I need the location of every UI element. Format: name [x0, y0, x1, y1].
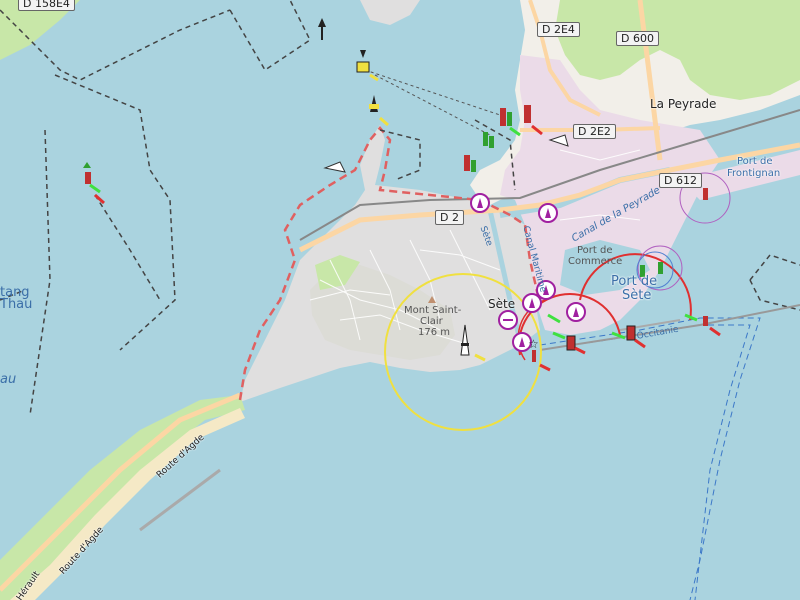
road-shield: D 612: [659, 173, 702, 188]
map-canvas[interactable]: ☆: [0, 0, 800, 600]
map-view[interactable]: ☆ D 158E4 D 2E4 D 600 D 2E2 D 612 D 2 La…: [0, 0, 800, 600]
buoy-icon[interactable]: [83, 162, 105, 205]
jetty: [139, 468, 221, 532]
marina-icon[interactable]: [522, 293, 542, 313]
beacon-icon[interactable]: [464, 155, 476, 172]
marina-icon[interactable]: [538, 203, 558, 223]
shipping-channel: [539, 317, 761, 600]
road-shield: D 2E2: [573, 124, 616, 139]
northwest-point: [360, 0, 420, 25]
buoy-icon[interactable]: [318, 18, 326, 40]
marina-icon[interactable]: [566, 302, 586, 322]
buoy-icon[interactable]: [356, 50, 379, 82]
beach: [10, 408, 245, 600]
marina-icon[interactable]: [470, 193, 490, 213]
anchorage-icon[interactable]: [323, 161, 346, 173]
navigation-leading-lines: [364, 69, 501, 136]
marina-icon[interactable]: [498, 310, 518, 330]
star-marker-icon: ☆: [528, 337, 539, 351]
beacon-icon[interactable]: [703, 188, 708, 200]
beacon-icon[interactable]: [369, 95, 389, 127]
beacon-icon[interactable]: [500, 108, 521, 137]
road-shield: D 158E4: [18, 0, 75, 11]
svg-text:☆: ☆: [528, 337, 539, 351]
road-shield: D 2: [435, 210, 464, 225]
road-shield: D 2E4: [537, 22, 580, 37]
marina-icon[interactable]: [536, 280, 556, 300]
road-shield: D 600: [616, 31, 659, 46]
